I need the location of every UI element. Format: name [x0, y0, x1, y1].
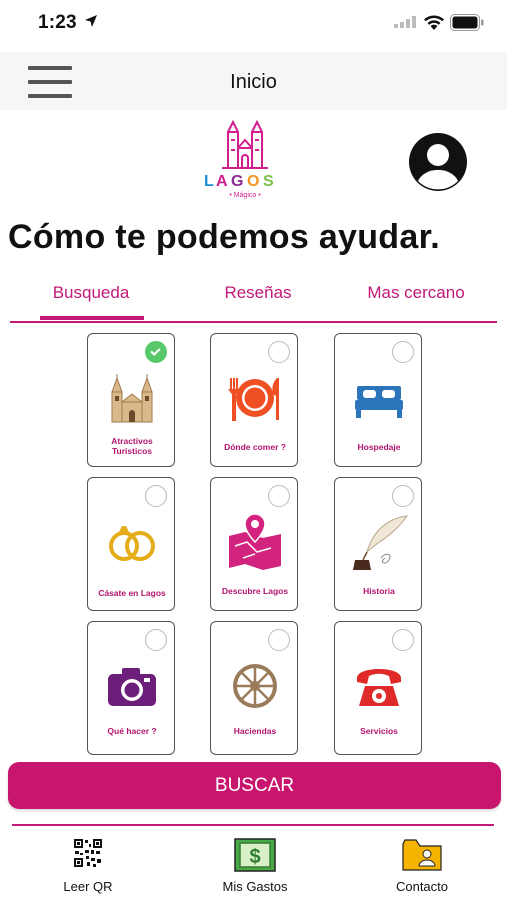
card-descubre-lagos[interactable]: Descubre Lagos: [210, 477, 298, 611]
card-label: Descubre Lagos: [221, 586, 289, 596]
card-label: Hospedaje: [357, 442, 401, 452]
check-icon[interactable]: [392, 629, 414, 651]
wagon-wheel-icon: [211, 658, 299, 714]
card-que-hacer[interactable]: Qué hacer ?: [87, 621, 175, 755]
profile-avatar-icon[interactable]: [407, 131, 469, 193]
card-label: Cásate en Lagos: [98, 588, 166, 598]
tabbar-mis-gastos[interactable]: $ Mis Gastos: [208, 838, 302, 898]
tabbar-contacto[interactable]: Contacto: [380, 838, 464, 898]
svg-text:L: L: [204, 173, 214, 190]
status-time: 1:23: [38, 12, 77, 33]
svg-text:$: $: [249, 846, 260, 868]
card-label: Historia: [363, 586, 395, 596]
tab-mas-cercano[interactable]: Mas cercano: [354, 280, 478, 322]
card-hospedaje[interactable]: Hospedaje: [334, 333, 422, 467]
check-icon[interactable]: [268, 629, 290, 651]
rings-icon: [88, 514, 176, 570]
nav-bar: Inicio: [0, 52, 507, 110]
tabbar-label: Contacto: [395, 879, 449, 894]
bed-icon: [335, 370, 423, 426]
card-label: Atractivos Turisticos: [111, 436, 153, 456]
svg-text:O: O: [247, 173, 259, 190]
check-icon[interactable]: [392, 341, 414, 363]
svg-text:A: A: [216, 173, 228, 190]
tabbar-label: Mis Gastos: [222, 879, 288, 894]
church-icon: [88, 370, 176, 426]
tabbar-label: Leer QR: [63, 879, 113, 894]
contact-folder-icon: [402, 839, 442, 871]
active-tab-indicator: [40, 316, 144, 320]
card-historia[interactable]: Historia: [334, 477, 422, 611]
tab-divider: [10, 321, 497, 323]
svg-text:S: S: [263, 173, 274, 190]
card-label: Servicios: [360, 726, 398, 736]
card-label: Dónde comer ?: [224, 442, 286, 452]
segment-tabs: Busqueda Reseñas Mas cercano: [10, 280, 497, 324]
camera-icon: [88, 658, 176, 714]
money-icon: $: [234, 838, 276, 872]
status-bar: 1:23: [0, 0, 507, 50]
tab-resenas[interactable]: Reseñas: [206, 280, 310, 322]
category-grid: Atractivos Turisticos Dónde comer ? Hosp…: [87, 333, 423, 755]
card-label: Qué hacer ?: [107, 726, 157, 736]
cell-signal-icon: [394, 16, 416, 28]
svg-text:G: G: [231, 173, 243, 190]
page-title: Cómo te podemos ayudar.: [8, 218, 440, 256]
check-icon[interactable]: [145, 485, 167, 507]
check-icon[interactable]: [268, 341, 290, 363]
card-casate-en-lagos[interactable]: Cásate en Lagos: [87, 477, 175, 611]
card-atractivos-turisticos[interactable]: Atractivos Turisticos: [87, 333, 175, 467]
card-label: Haciendas: [233, 726, 277, 736]
tabbar-leer-qr[interactable]: Leer QR: [46, 838, 130, 898]
plate-cutlery-icon: [211, 370, 299, 426]
quill-ink-icon: [335, 514, 423, 570]
buscar-button[interactable]: BUSCAR: [8, 762, 501, 809]
check-icon[interactable]: [145, 341, 167, 363]
card-haciendas[interactable]: Haciendas: [210, 621, 298, 755]
check-icon[interactable]: [268, 485, 290, 507]
nav-title: Inicio: [230, 71, 277, 93]
card-donde-comer[interactable]: Dónde comer ?: [210, 333, 298, 467]
telephone-icon: [335, 658, 423, 714]
tabbar-divider: [12, 824, 494, 826]
lagos-logo: L A G O S • Mágico •: [202, 118, 288, 206]
check-icon[interactable]: [145, 629, 167, 651]
battery-icon: [450, 14, 484, 31]
wifi-icon: [424, 15, 444, 30]
map-pin-icon: [211, 513, 299, 570]
qr-code-icon: [73, 838, 103, 868]
card-servicios[interactable]: Servicios: [334, 621, 422, 755]
svg-text:• Mágico •: • Mágico •: [229, 192, 261, 199]
location-arrow-icon: [85, 15, 97, 27]
check-icon[interactable]: [392, 485, 414, 507]
